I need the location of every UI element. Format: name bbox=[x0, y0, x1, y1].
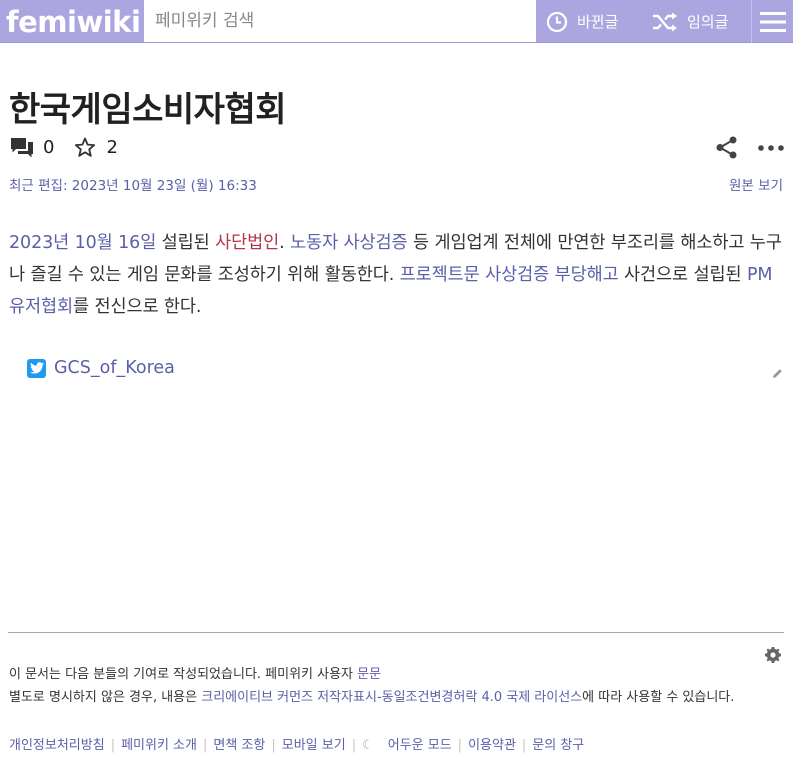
share-button[interactable] bbox=[715, 136, 738, 159]
license-text: 에 따라 사용할 수 있습니다. bbox=[582, 690, 735, 705]
article-body: 2023년 10월 16일 설립된 사단법인. 노동자 사상검증 등 게임업계 … bbox=[9, 227, 784, 323]
license-link[interactable]: 크리에이티브 커먼즈 저작자표시-동일조건변경허락 4.0 국제 라이선스 bbox=[201, 690, 582, 705]
license-text: 별도로 명시하지 않은 경우, 내용은 bbox=[9, 690, 202, 705]
disclaimer-link[interactable]: 면책 조항 bbox=[213, 735, 265, 757]
moon-icon: ☾ bbox=[362, 738, 374, 753]
talk-link[interactable]: 0 bbox=[11, 137, 54, 158]
about-link[interactable]: 페미위키 소개 bbox=[121, 735, 197, 757]
site-logo[interactable]: femiwiki bbox=[0, 0, 144, 43]
worker-ideology-check-link[interactable]: 노동자 사상검증 bbox=[290, 233, 408, 253]
twitter-handle: GCS_of_Korea bbox=[54, 358, 175, 378]
separator: | bbox=[110, 738, 116, 753]
watch-link[interactable]: 2 bbox=[74, 137, 118, 158]
random-page-button[interactable]: 임의글 bbox=[652, 0, 728, 43]
last-edited-link[interactable]: 최근 편집: 2023년 10월 23일 (월) 16:33 bbox=[9, 174, 257, 194]
view-source-link[interactable]: 원본 보기 bbox=[729, 174, 783, 194]
twitter-icon bbox=[27, 358, 46, 378]
edit-button[interactable] bbox=[772, 364, 783, 383]
talk-count: 0 bbox=[43, 137, 55, 158]
watch-count: 2 bbox=[106, 137, 118, 158]
gear-icon bbox=[765, 647, 781, 663]
body-text: 를 전신으로 한다. bbox=[73, 297, 202, 317]
share-icon bbox=[716, 136, 737, 159]
body-text: 사건으로 설립된 bbox=[618, 265, 747, 285]
random-page-label: 임의글 bbox=[687, 13, 729, 31]
main-menu-button[interactable] bbox=[751, 0, 793, 43]
body-text: 설립된 bbox=[156, 233, 216, 253]
separator: | bbox=[351, 738, 357, 753]
body-text: . bbox=[279, 233, 291, 253]
terms-link[interactable]: 이용약관 bbox=[468, 735, 516, 757]
contributors-text: 이 문서는 다음 분들의 기여로 작성되었습니다. 페미위키 사용자 bbox=[9, 667, 358, 682]
site-header: femiwiki 바뀐글 임의글 bbox=[0, 0, 793, 43]
ellipsis-icon bbox=[758, 144, 784, 151]
project-moon-incident-link[interactable]: 프로젝트문 사상검증 부당해고 bbox=[400, 265, 619, 285]
separator: | bbox=[202, 738, 208, 753]
recent-changes-label: 바뀐글 bbox=[577, 13, 619, 31]
twitter-link[interactable]: GCS_of_Korea bbox=[27, 358, 175, 378]
separator: | bbox=[521, 738, 527, 753]
clock-icon bbox=[546, 11, 568, 32]
speech-bubbles-icon bbox=[11, 137, 33, 157]
more-options-button[interactable] bbox=[758, 144, 784, 151]
mobile-view-link[interactable]: 모바일 보기 bbox=[282, 735, 346, 757]
contributors-line: 이 문서는 다음 분들의 기여로 작성되었습니다. 페미위키 사용자 문문 bbox=[9, 664, 381, 686]
date-link[interactable]: 2023년 10월 16일 bbox=[9, 233, 156, 253]
dark-mode-toggle[interactable]: 어두운 모드 bbox=[388, 735, 452, 757]
pencil-icon bbox=[773, 369, 782, 378]
page-title: 한국게임소비자협회 bbox=[9, 90, 287, 130]
search-input[interactable] bbox=[155, 11, 536, 31]
separator: | bbox=[457, 738, 463, 753]
footer-divider bbox=[8, 632, 784, 633]
page-tools bbox=[695, 136, 784, 159]
settings-button[interactable] bbox=[765, 647, 781, 667]
search-box[interactable] bbox=[144, 0, 536, 42]
license-line: 별도로 명시하지 않은 경우, 내용은 크리에이티브 커먼즈 저작자표시-동일조… bbox=[9, 687, 779, 709]
contributor-link[interactable]: 문문 bbox=[357, 667, 381, 682]
incorporated-association-link[interactable]: 사단법인 bbox=[215, 233, 279, 253]
separator: | bbox=[271, 738, 276, 753]
star-icon bbox=[75, 137, 96, 157]
privacy-policy-link[interactable]: 개인정보처리방침 bbox=[9, 735, 105, 757]
shuffle-icon bbox=[653, 12, 677, 31]
contact-link[interactable]: 문의 창구 bbox=[532, 735, 584, 757]
recent-changes-button[interactable]: 바뀐글 bbox=[546, 0, 618, 43]
footer-links: 개인정보처리방침 | 페미위키 소개 | 면책 조항 | 모바일 보기 | ☾ … bbox=[9, 735, 584, 757]
hamburger-icon bbox=[759, 11, 786, 32]
page-stats: 0 2 bbox=[11, 137, 118, 158]
